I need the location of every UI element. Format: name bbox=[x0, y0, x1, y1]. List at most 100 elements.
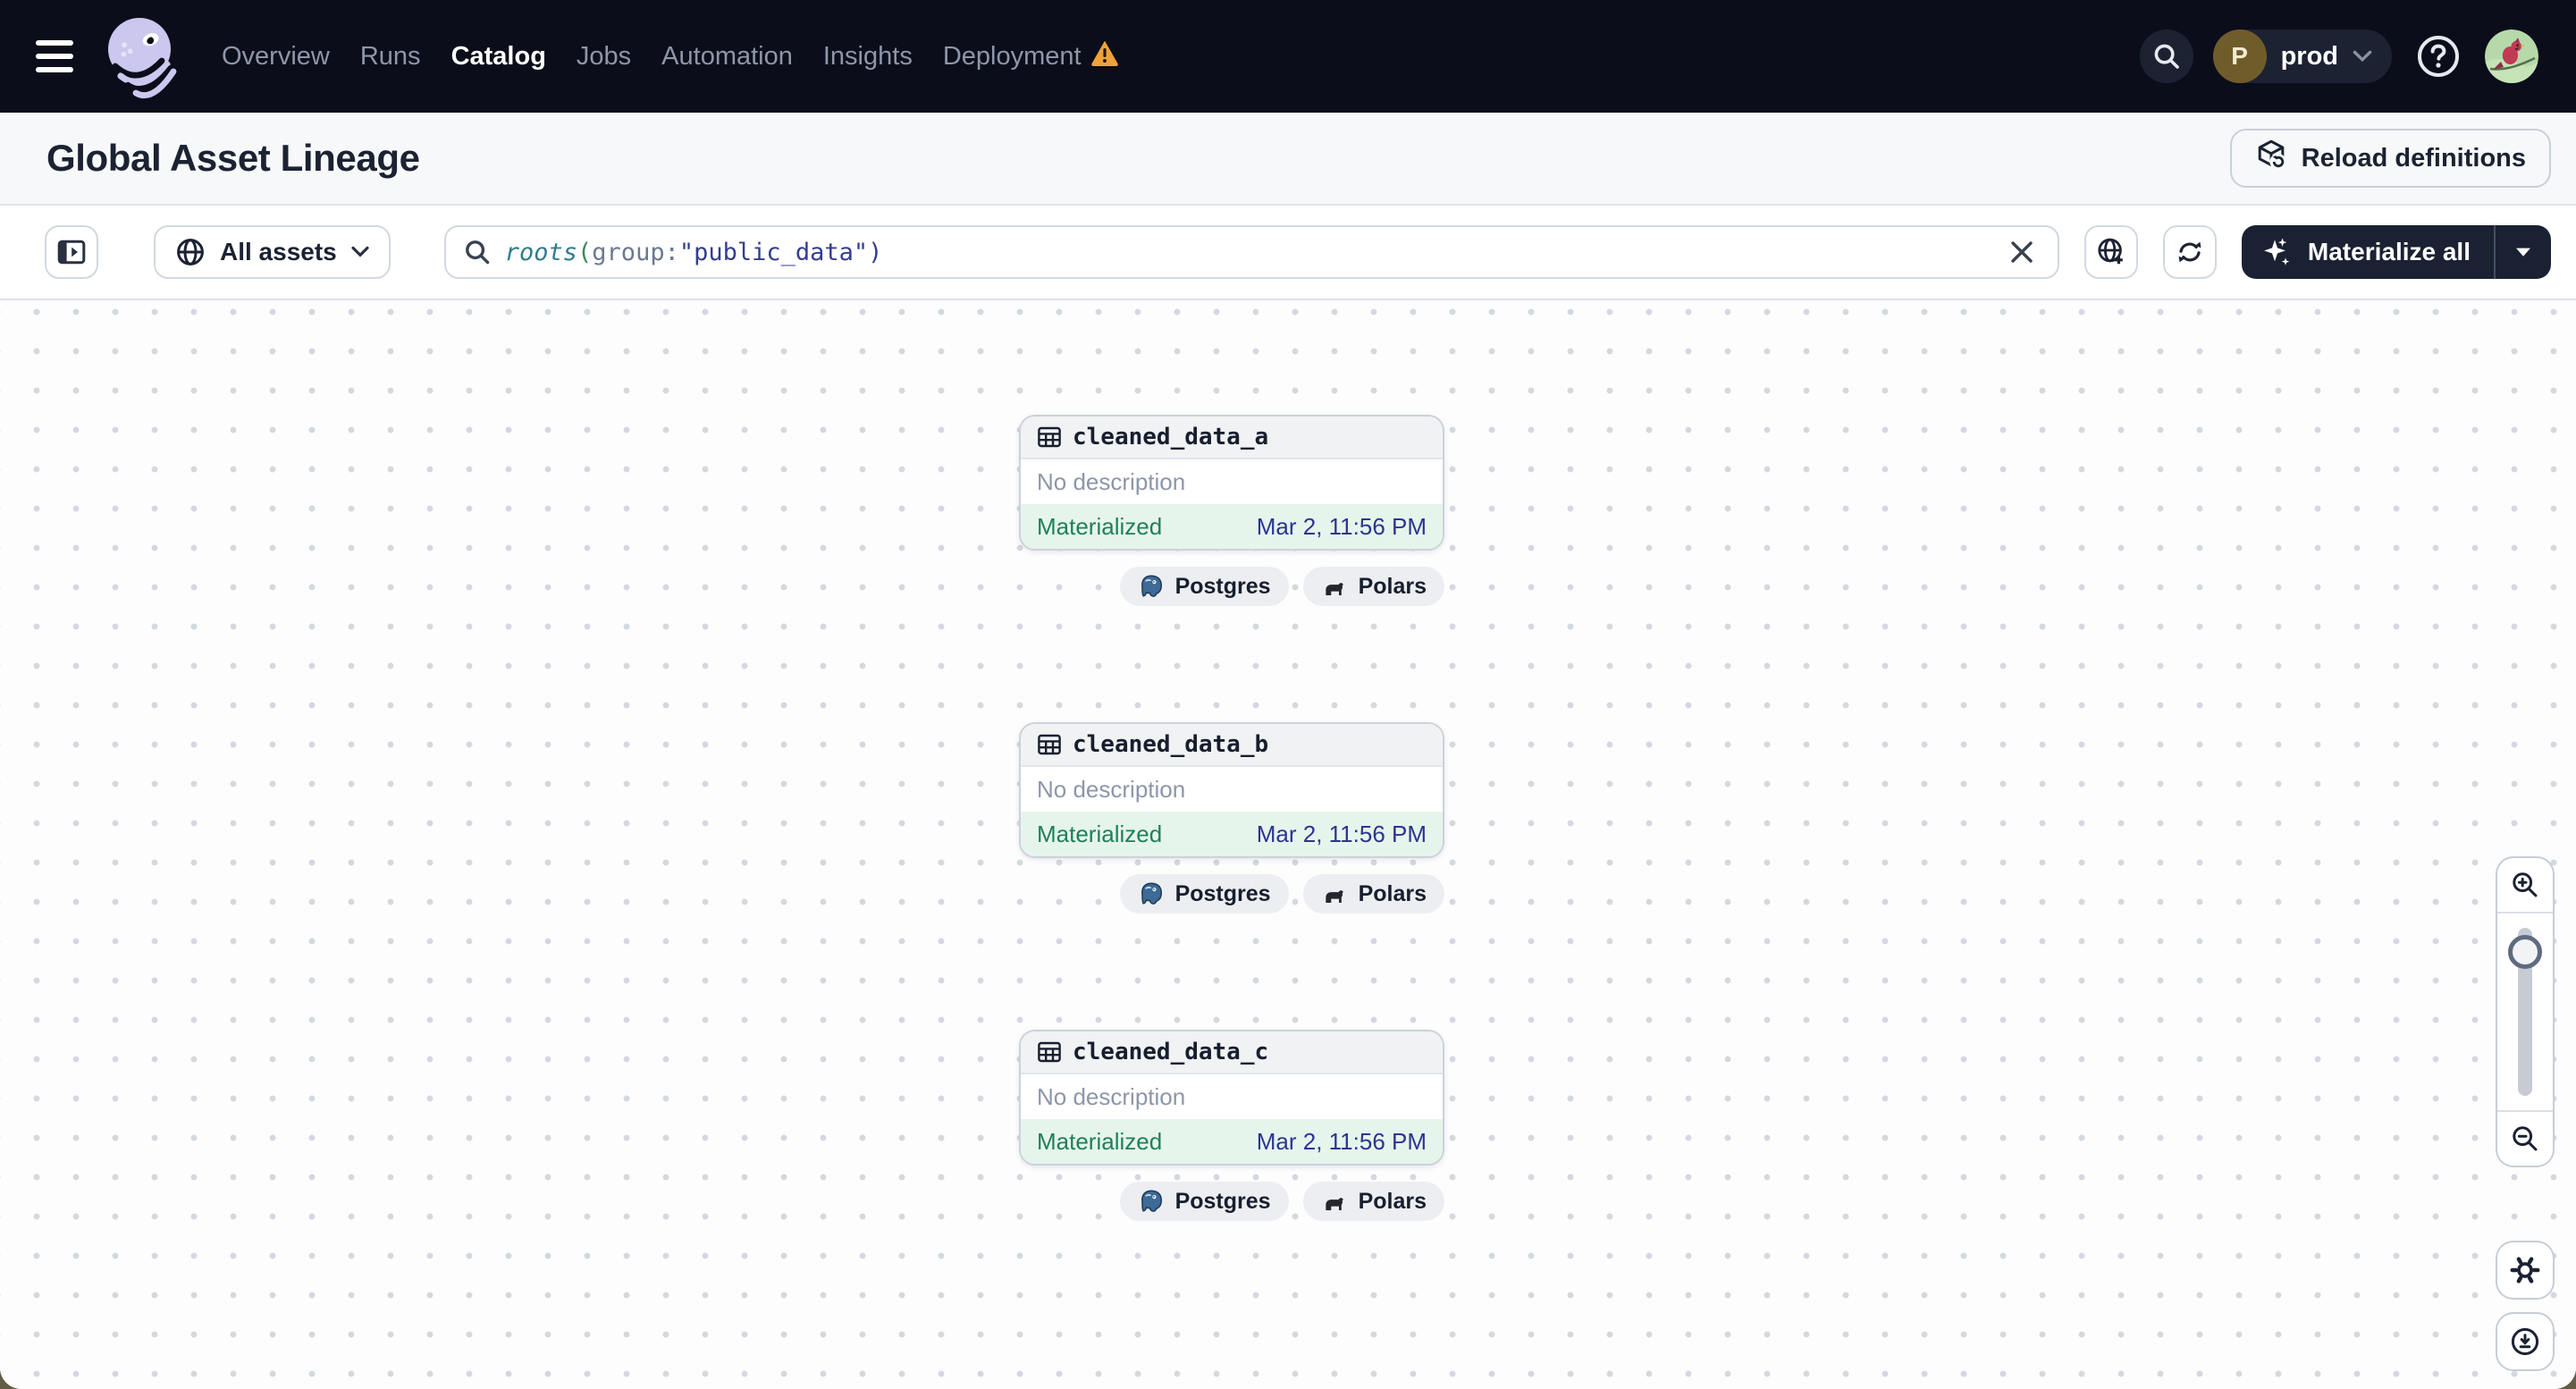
asset-node-header: cleaned_data_a bbox=[1021, 417, 1443, 459]
asset-description: No description bbox=[1037, 1082, 1186, 1110]
download-graph-button[interactable] bbox=[2496, 1312, 2555, 1371]
reload-definitions-label: Reload definitions bbox=[2301, 143, 2526, 173]
tag-postgres[interactable]: Postgres bbox=[1119, 1182, 1289, 1221]
asset-node-group: cleaned_data_b No description Materializ… bbox=[1019, 722, 1444, 913]
materialize-all-button[interactable]: Materialize all bbox=[2241, 225, 2551, 279]
asset-tags: Postgres Polars bbox=[1019, 567, 1444, 606]
environment-switcher[interactable]: P prod bbox=[2212, 29, 2392, 83]
materialization-timestamp[interactable]: Mar 2, 11:56 PM bbox=[1257, 513, 1427, 541]
clear-search-icon[interactable] bbox=[2002, 232, 2041, 272]
query-token-paren-close: ) bbox=[868, 238, 883, 266]
lineage-graph-canvas[interactable]: cleaned_data_a No description Materializ… bbox=[0, 300, 2576, 1389]
tag-label: Postgres bbox=[1174, 1188, 1271, 1214]
zoom-in-button[interactable] bbox=[2497, 858, 2553, 912]
chevron-down-icon bbox=[2353, 50, 2372, 63]
tag-polars[interactable]: Polars bbox=[1302, 1182, 1444, 1221]
postgres-icon bbox=[1141, 882, 1162, 905]
globe-plus-icon bbox=[2098, 238, 2123, 265]
asset-scope-dropdown[interactable]: All assets bbox=[154, 225, 391, 279]
asset-node-header: cleaned_data_c bbox=[1021, 1031, 1443, 1074]
warning-icon bbox=[1090, 39, 1119, 73]
nav-item-deployment-label: Deployment bbox=[942, 41, 1082, 71]
nav-item-insights[interactable]: Insights bbox=[823, 42, 913, 72]
top-navbar: Overview Runs Catalog Jobs Automation In… bbox=[0, 0, 2576, 113]
tag-polars[interactable]: Polars bbox=[1302, 874, 1444, 913]
panel-expand-icon bbox=[57, 240, 86, 265]
search-icon[interactable] bbox=[2139, 29, 2193, 83]
lineage-toolbar: All assets roots(group: "public_data") M… bbox=[0, 206, 2576, 300]
postgres-icon bbox=[1141, 1190, 1162, 1212]
asset-scope-label: All assets bbox=[220, 238, 337, 265]
asset-node-cleaned-data-b[interactable]: cleaned_data_b No description Materializ… bbox=[1019, 722, 1444, 858]
materialization-timestamp[interactable]: Mar 2, 11:56 PM bbox=[1257, 821, 1427, 848]
caret-down-icon bbox=[2516, 248, 2530, 257]
query-token-key: group bbox=[592, 238, 665, 266]
title-bar: Global Asset Lineage Reload definitions bbox=[0, 113, 2576, 206]
asset-node-cleaned-data-c[interactable]: cleaned_data_c No description Materializ… bbox=[1019, 1030, 1444, 1166]
user-avatar[interactable] bbox=[2485, 29, 2538, 83]
nav-item-overview[interactable]: Overview bbox=[222, 42, 330, 72]
tag-label: Postgres bbox=[1174, 573, 1271, 599]
tag-polars[interactable]: Polars bbox=[1302, 567, 1444, 606]
help-icon[interactable] bbox=[2412, 29, 2465, 83]
asset-description: No description bbox=[1037, 467, 1186, 495]
page-title: Global Asset Lineage bbox=[46, 137, 420, 179]
materialize-dropdown-button[interactable] bbox=[2496, 225, 2551, 279]
asset-node-header: cleaned_data_b bbox=[1021, 724, 1443, 767]
tag-label: Polars bbox=[1358, 1188, 1427, 1214]
polars-icon bbox=[1325, 583, 1343, 596]
refresh-icon bbox=[2178, 241, 2201, 263]
navbar-right: P prod bbox=[2139, 29, 2538, 83]
environment-avatar: P bbox=[2212, 29, 2267, 83]
zoom-out-button[interactable] bbox=[2497, 1112, 2553, 1166]
reload-definitions-button[interactable]: Reload definitions bbox=[2229, 129, 2551, 188]
asset-name: cleaned_data_b bbox=[1073, 731, 1269, 758]
materialization-timestamp[interactable]: Mar 2, 11:56 PM bbox=[1257, 1128, 1427, 1156]
asset-description: No description bbox=[1037, 775, 1186, 803]
nav-item-catalog[interactable]: Catalog bbox=[451, 42, 546, 72]
asset-name: cleaned_data_c bbox=[1073, 1039, 1269, 1065]
nav-item-jobs[interactable]: Jobs bbox=[577, 42, 631, 72]
asset-node-group: cleaned_data_c No description Materializ… bbox=[1019, 1030, 1444, 1221]
search-icon bbox=[465, 240, 490, 265]
asset-status-row: Materialized Mar 2, 11:56 PM bbox=[1021, 504, 1443, 549]
asset-search-input[interactable]: roots(group: "public_data") bbox=[443, 225, 2059, 279]
table-icon bbox=[1038, 1041, 1061, 1063]
zoom-slider[interactable] bbox=[2497, 913, 2553, 1110]
query-token-string: "public_data" bbox=[678, 238, 869, 266]
dagster-logo-icon[interactable] bbox=[102, 13, 181, 99]
materialize-all-main[interactable]: Materialize all bbox=[2242, 225, 2494, 279]
refresh-button[interactable] bbox=[2162, 225, 2217, 279]
status-badge: Materialized bbox=[1037, 820, 1163, 847]
postgres-icon bbox=[1141, 575, 1162, 597]
zoom-slider-thumb[interactable] bbox=[2508, 935, 2542, 969]
query-token-function: roots bbox=[504, 238, 578, 266]
polars-icon bbox=[1325, 890, 1343, 904]
filter-scope-button[interactable] bbox=[2084, 225, 2138, 279]
tag-label: Polars bbox=[1358, 573, 1427, 599]
nav-item-automation[interactable]: Automation bbox=[661, 42, 793, 72]
hamburger-menu-icon[interactable] bbox=[36, 40, 79, 72]
status-badge: Materialized bbox=[1037, 512, 1163, 540]
download-icon bbox=[2511, 1327, 2539, 1356]
asset-status-row: Materialized Mar 2, 11:56 PM bbox=[1021, 812, 1443, 856]
asset-node-cleaned-data-a[interactable]: cleaned_data_a No description Materializ… bbox=[1019, 415, 1444, 551]
zoom-in-icon bbox=[2513, 872, 2538, 897]
query-token-paren-open: ( bbox=[577, 238, 593, 266]
nav-item-runs[interactable]: Runs bbox=[360, 42, 421, 72]
tag-postgres[interactable]: Postgres bbox=[1119, 567, 1289, 606]
materialize-all-label: Materialize all bbox=[2307, 238, 2471, 265]
asset-node-group: cleaned_data_a No description Materializ… bbox=[1019, 415, 1444, 606]
graph-settings-button[interactable] bbox=[2496, 1241, 2555, 1300]
open-panel-button[interactable] bbox=[45, 225, 98, 279]
reload-cube-icon bbox=[2255, 139, 2287, 178]
table-icon bbox=[1038, 734, 1061, 755]
gear-icon bbox=[2510, 1257, 2540, 1284]
dagster-app: Overview Runs Catalog Jobs Automation In… bbox=[0, 0, 2576, 1389]
tag-label: Polars bbox=[1358, 880, 1427, 906]
status-badge: Materialized bbox=[1037, 1127, 1163, 1155]
primary-nav: Overview Runs Catalog Jobs Automation In… bbox=[222, 39, 1119, 73]
globe-icon bbox=[177, 239, 204, 265]
nav-item-deployment[interactable]: Deployment bbox=[943, 39, 1119, 73]
tag-postgres[interactable]: Postgres bbox=[1119, 874, 1289, 913]
